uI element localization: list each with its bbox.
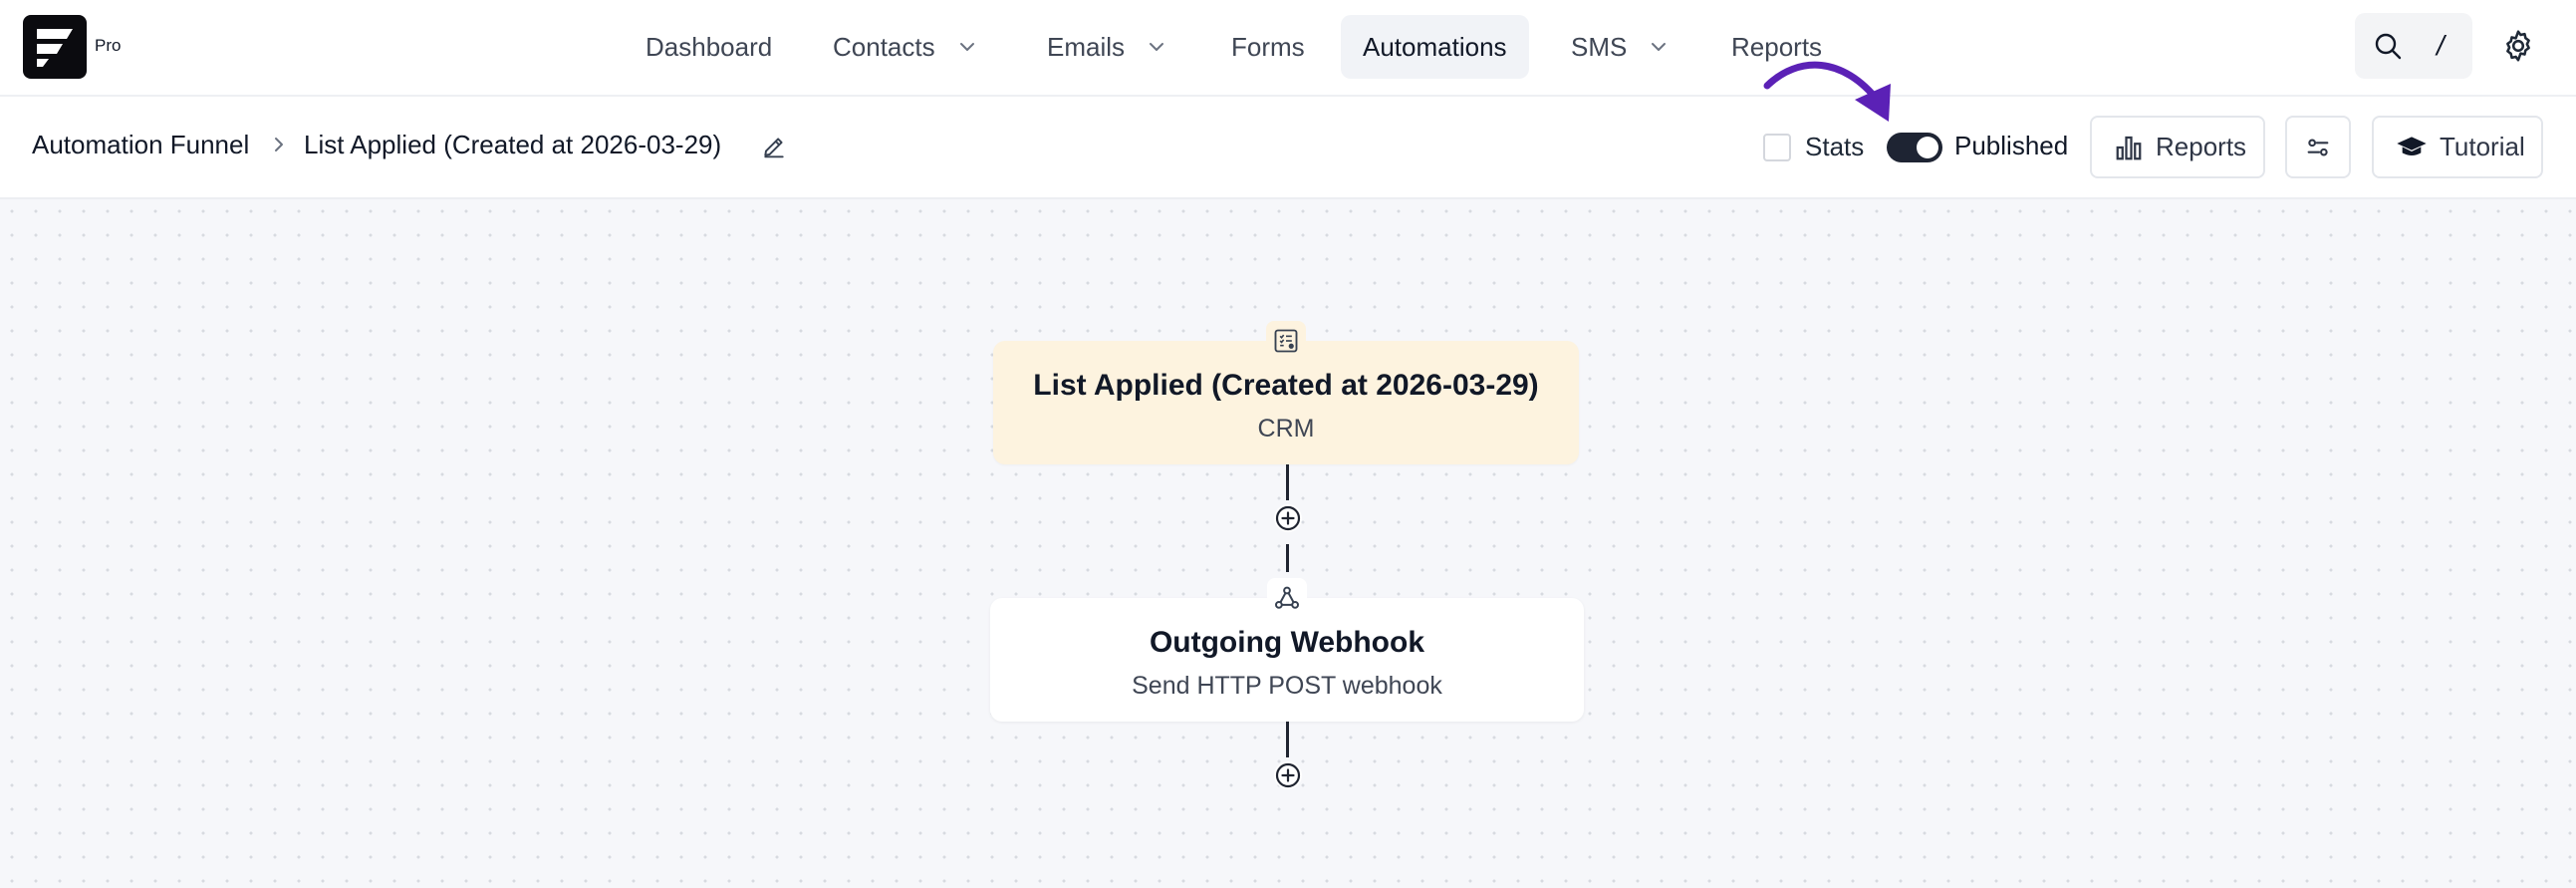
breadcrumb-funnel-title: List Applied (Created at 2026-03-29) [304,130,722,159]
nav-forms[interactable]: Forms [1209,15,1327,79]
nav-automations-label: Automations [1363,31,1507,62]
tutorial-button[interactable]: Tutorial [2372,116,2543,178]
chevron-right-icon [275,138,283,151]
funnel-canvas: List Applied (Created at 2026-03-29) CRM… [0,199,2576,888]
connector-line [1286,722,1289,757]
trigger-subtitle: CRM [1257,415,1315,443]
published-label: Published [1954,131,2069,160]
trigger-badge [1266,321,1306,361]
breadcrumb-automation-funnel[interactable]: Automation Funnel [32,130,249,160]
trigger-node[interactable]: List Applied (Created at 2026-03-29) CRM [993,321,1579,464]
nav-sms[interactable]: SMS [1549,15,1690,79]
nav-contacts-label: Contacts [833,31,935,62]
pro-badge: Pro [95,36,122,55]
nav-automations[interactable]: Automations [1341,15,1529,79]
nav-emails[interactable]: Emails [1025,15,1188,79]
toggle-knob [1917,137,1938,158]
chevron-down-icon [1652,43,1667,51]
chevron-down-icon [959,43,974,51]
action-subtitle: Send HTTP POST webhook [1132,672,1442,700]
chevron-down-icon [1150,43,1164,51]
funnel-settings-button[interactable] [2285,116,2351,178]
fluentcrm-logo[interactable] [23,15,87,79]
reports-button-label: Reports [2156,132,2247,161]
add-step-plus-icon[interactable] [1274,504,1302,532]
action-node-webhook[interactable]: Outgoing Webhook Send HTTP POST webhook [990,578,1584,722]
settings-gear-icon[interactable] [2500,28,2536,64]
reports-button[interactable]: Reports [2090,116,2265,178]
action-title: Outgoing Webhook [1149,626,1425,659]
nav-sms-label: SMS [1571,31,1628,62]
nav-contacts[interactable]: Contacts [811,15,999,79]
annotation-arrow-icon [1763,61,1891,122]
connector-line [1286,464,1289,500]
logo-mark-icon [37,29,73,67]
list-icon [1274,329,1298,353]
nav-emails-label: Emails [1047,31,1126,62]
nav-dashboard-label: Dashboard [645,31,773,62]
graduation-cap-icon [2397,136,2427,155]
nav-forms-label: Forms [1231,31,1305,62]
tutorial-button-label: Tutorial [2440,132,2525,161]
global-search-button[interactable]: / [2355,13,2472,79]
edit-pencil-icon[interactable] [761,134,787,159]
action-badge [1267,578,1307,618]
bar-chart-icon [2116,136,2142,159]
connector-line [1286,544,1289,572]
top-navigation: Pro Dashboard Contacts Emails Forms Auto… [0,0,2576,97]
add-step-plus-icon[interactable] [1274,761,1302,789]
search-icon [2375,33,2402,60]
sliders-icon [2307,138,2329,156]
nav-dashboard[interactable]: Dashboard [624,15,794,79]
webhook-icon [1275,586,1300,609]
search-shortcut-key: / [2437,30,2445,61]
trigger-title: List Applied (Created at 2026-03-29) [1033,369,1539,402]
funnel-header: Automation Funnel List Applied (Created … [0,97,2576,199]
